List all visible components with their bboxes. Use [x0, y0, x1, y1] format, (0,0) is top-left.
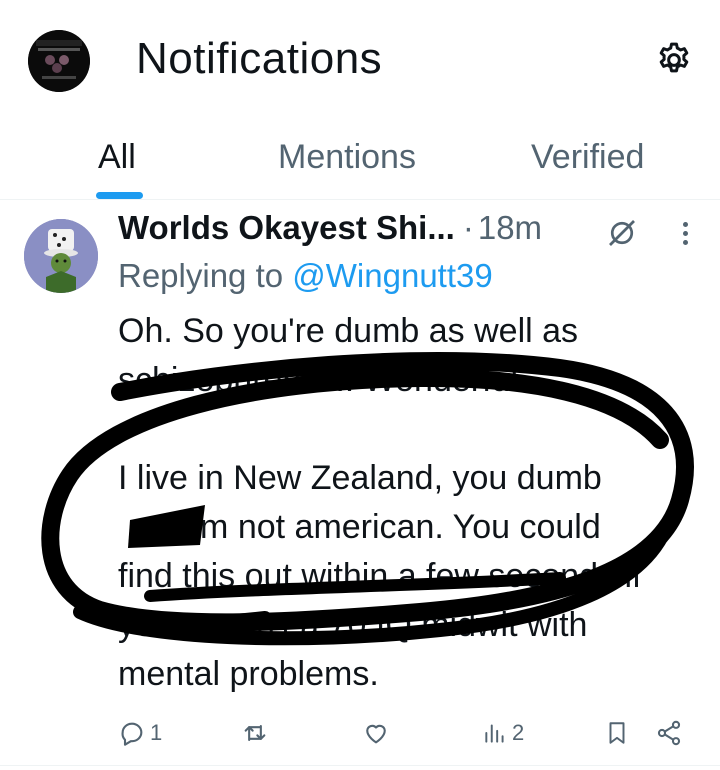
separator-dot: ·	[462, 209, 474, 246]
bookmark-button[interactable]	[604, 715, 630, 751]
tweet-line: find this out within a few seconds if	[118, 557, 642, 595]
divider	[0, 765, 720, 766]
page-title: Notifications	[136, 34, 383, 83]
tweet-blank-line	[118, 405, 708, 454]
tweet-body: Oh. So you're dumb as well as schizophre…	[118, 307, 708, 699]
replying-prefix: Replying to	[118, 257, 284, 294]
user-avatar[interactable]	[24, 219, 98, 293]
top-header: Notifications	[0, 0, 720, 120]
reply-button[interactable]: 1	[118, 715, 162, 751]
tweet-actions: 1 2	[0, 715, 720, 755]
gear-icon[interactable]	[650, 36, 698, 84]
tab-verified[interactable]: Verified	[531, 138, 644, 177]
retweet-button[interactable]	[240, 715, 270, 751]
tweet-line: schizophrenic... Wonderful.	[118, 361, 528, 399]
tweet-header: Worlds Okayest Shi... · 18m	[118, 209, 708, 257]
retweet-icon	[240, 719, 270, 747]
share-icon	[655, 719, 683, 747]
reply-icon	[118, 719, 146, 747]
heart-icon	[361, 719, 391, 747]
tab-all[interactable]: All	[98, 138, 136, 177]
active-tab-indicator	[96, 192, 143, 199]
profile-avatar-icon[interactable]	[28, 30, 90, 92]
tweet-line: you weren't a 70 IQ midwit with	[118, 606, 588, 644]
tweet-line: mental problems.	[118, 655, 379, 693]
more-options-icon[interactable]	[671, 213, 699, 253]
views-button[interactable]: 2	[482, 715, 524, 751]
muted-conversation-icon	[604, 215, 640, 251]
tab-mentions[interactable]: Mentions	[278, 138, 416, 177]
like-button[interactable]	[361, 715, 391, 751]
timestamp[interactable]: 18m	[478, 209, 542, 246]
share-button[interactable]	[655, 715, 683, 751]
replying-to: Replying to @Wingnutt39	[118, 257, 493, 295]
tweet-line: Oh. So you're dumb as well as	[118, 312, 579, 350]
views-chart-icon	[482, 719, 508, 747]
tweet-line: I'm not american. You could	[118, 508, 601, 546]
tweet-line: I live in New Zealand, you dumb	[118, 459, 602, 497]
tweet[interactable]: Worlds Okayest Shi... · 18m Replying to @W…	[0, 201, 720, 770]
views-count: 2	[512, 720, 525, 745]
replying-handle-link[interactable]: @Wingnutt39	[292, 257, 492, 294]
display-name[interactable]: Worlds Okayest Shi...	[118, 209, 455, 246]
reply-count: 1	[150, 720, 163, 745]
notification-tabs: All Mentions Verified	[0, 128, 720, 200]
bookmark-icon	[604, 718, 630, 748]
